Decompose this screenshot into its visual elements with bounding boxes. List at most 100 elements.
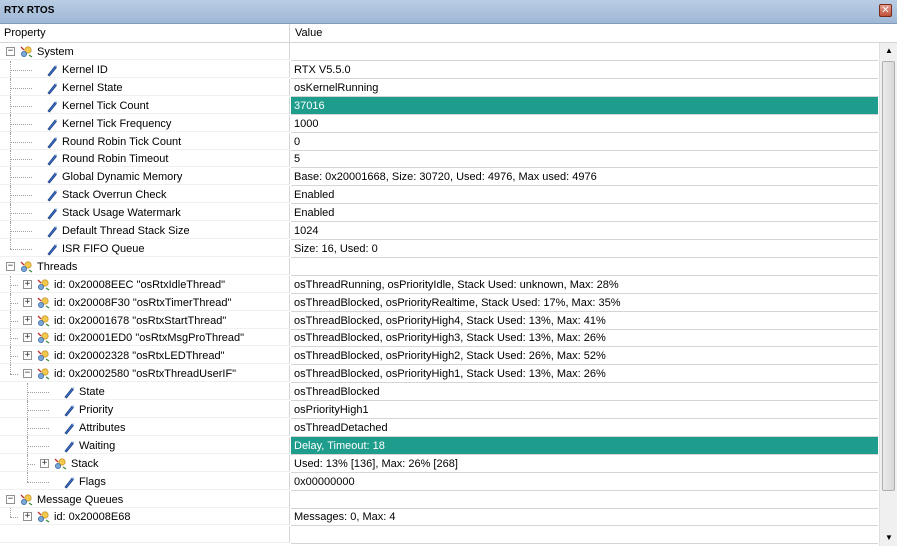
- close-button[interactable]: ✕: [879, 4, 892, 17]
- property-cell[interactable]: Flags: [0, 472, 290, 490]
- tree-row[interactable]: + id: 0x20008EEC "osRtxIdleThread" osThrea…: [0, 275, 879, 294]
- property-cell[interactable]: + id: 0x20002328 "osRtxLEDThread": [0, 347, 290, 366]
- property-cell[interactable]: − Threads: [0, 257, 290, 275]
- value-cell[interactable]: osThreadBlocked, osPriorityHigh1, Stack …: [291, 365, 878, 384]
- property-cell[interactable]: Attributes: [0, 418, 290, 437]
- value-cell[interactable]: 1024: [291, 222, 878, 240]
- value-cell[interactable]: Size: 16, Used: 0: [291, 240, 878, 258]
- expand-icon[interactable]: +: [23, 351, 32, 361]
- tree-row[interactable]: + id: 0x20008F30 "osRtxTimerThread" osThre…: [0, 293, 879, 312]
- tree-row[interactable]: − id: 0x20002580 "osRtxThreadUserIF" osThr…: [0, 365, 879, 384]
- value-cell[interactable]: 5: [291, 150, 878, 169]
- value-cell[interactable]: Used: 13% [136], Max: 26% [268]: [291, 455, 878, 473]
- tree-row[interactable]: ISR FIFO Queue Size: 16, Used: 0: [0, 239, 879, 258]
- tree-row[interactable]: + id: 0x20002328 "osRtxLEDThread" osThread…: [0, 347, 879, 366]
- tree-row[interactable]: Attributes osThreadDetached: [0, 418, 879, 437]
- property-cell[interactable]: ISR FIFO Queue: [0, 239, 290, 257]
- tree-row[interactable]: Global Dynamic Memory Base: 0x20001668, S…: [0, 168, 879, 187]
- value-column-header[interactable]: Value: [291, 24, 881, 42]
- value-cell[interactable]: osKernelRunning: [291, 79, 878, 97]
- expand-icon[interactable]: +: [23, 297, 32, 307]
- tree-row[interactable]: Kernel State osKernelRunning: [0, 78, 879, 97]
- scroll-down-button[interactable]: ▼: [881, 530, 897, 546]
- property-cell[interactable]: Kernel State: [0, 78, 290, 97]
- property-cell[interactable]: − id: 0x20002580 "osRtxThreadUserIF": [0, 365, 290, 383]
- value-cell[interactable]: osThreadBlocked, osPriorityHigh2, Stack …: [291, 347, 878, 366]
- property-column-header[interactable]: Property: [0, 24, 290, 42]
- collapse-icon[interactable]: −: [6, 494, 15, 504]
- scrollbar-thumb[interactable]: [882, 61, 895, 491]
- tree-row[interactable]: Round Robin Timeout 5: [0, 150, 879, 169]
- value-cell[interactable]: [291, 43, 878, 61]
- value-cell[interactable]: [291, 258, 878, 276]
- value-cell[interactable]: Base: 0x20001668, Size: 30720, Used: 497…: [291, 168, 878, 187]
- collapse-icon[interactable]: −: [6, 261, 15, 271]
- tree-row[interactable]: Kernel ID RTX V5.5.0: [0, 60, 879, 79]
- property-cell[interactable]: Kernel ID: [0, 60, 290, 79]
- expand-icon[interactable]: +: [23, 512, 32, 522]
- tree-row[interactable]: Stack Usage Watermark Enabled: [0, 204, 879, 223]
- value-cell[interactable]: Enabled: [291, 186, 878, 205]
- tree-row[interactable]: Default Thread Stack Size 1024: [0, 222, 879, 240]
- tree-row[interactable]: − Message Queues: [0, 490, 879, 509]
- tree-row[interactable]: Flags 0x00000000: [0, 472, 879, 491]
- property-cell[interactable]: + Stack: [0, 454, 290, 473]
- value-cell[interactable]: osThreadBlocked, osPriorityHigh4, Stack …: [291, 312, 878, 330]
- property-cell[interactable]: Waiting: [0, 436, 290, 455]
- property-cell[interactable]: Round Robin Timeout: [0, 150, 290, 169]
- property-cell[interactable]: Global Dynamic Memory: [0, 168, 290, 187]
- tree-row[interactable]: Kernel Tick Count 37016: [0, 96, 879, 115]
- value-cell[interactable]: osThreadBlocked, osPriorityRealtime, Sta…: [291, 294, 878, 312]
- vertical-scrollbar[interactable]: ▲ ▼: [879, 43, 897, 546]
- property-cell[interactable]: + id: 0x20008E68: [0, 508, 290, 526]
- property-cell[interactable]: Stack Overrun Check: [0, 186, 290, 205]
- value-cell[interactable]: osThreadBlocked: [291, 383, 878, 402]
- property-cell[interactable]: + id: 0x20008F30 "osRtxTimerThread": [0, 293, 290, 312]
- value-cell[interactable]: 0: [291, 133, 878, 151]
- property-cell[interactable]: Priority: [0, 401, 290, 419]
- expand-icon[interactable]: +: [23, 333, 32, 343]
- scroll-up-button[interactable]: ▲: [881, 43, 897, 59]
- tree-row[interactable]: + id: 0x20001678 "osRtxStartThread" osThre…: [0, 311, 879, 330]
- value-cell[interactable]: osPriorityHigh1: [291, 401, 878, 419]
- property-cell[interactable]: − Message Queues: [0, 490, 290, 508]
- tree-row[interactable]: Stack Overrun Check Enabled: [0, 186, 879, 205]
- expand-icon[interactable]: +: [40, 458, 49, 468]
- value-cell[interactable]: 37016: [291, 96, 878, 115]
- property-cell[interactable]: Stack Usage Watermark: [0, 204, 290, 223]
- tree-row[interactable]: − System: [0, 43, 879, 61]
- property-cell[interactable]: Round Robin Tick Count: [0, 132, 290, 151]
- property-cell[interactable]: + id: 0x20001ED0 "osRtxMsgProThread": [0, 329, 290, 348]
- tree-row[interactable]: + Stack Used: 13% [136], Max: 26% [268]: [0, 454, 879, 473]
- tree-row[interactable]: Waiting Delay, Timeout: 18: [0, 436, 879, 455]
- value-cell[interactable]: [291, 491, 878, 509]
- empty-row[interactable]: [0, 526, 879, 545]
- tree-row[interactable]: + id: 0x20001ED0 "osRtxMsgProThread" osThr…: [0, 329, 879, 348]
- property-cell[interactable]: − System: [0, 43, 290, 60]
- value-cell[interactable]: Enabled: [291, 204, 878, 223]
- collapse-icon[interactable]: −: [23, 369, 32, 379]
- expand-icon[interactable]: +: [23, 279, 32, 289]
- tree-row[interactable]: State osThreadBlocked: [0, 383, 879, 402]
- expand-icon[interactable]: +: [23, 315, 32, 325]
- collapse-icon[interactable]: −: [6, 47, 15, 56]
- value-cell[interactable]: osThreadRunning, osPriorityIdle, Stack U…: [291, 276, 878, 294]
- property-cell[interactable]: + id: 0x20001678 "osRtxStartThread": [0, 311, 290, 330]
- value-cell[interactable]: Delay, Timeout: 18: [291, 436, 878, 455]
- tree-row[interactable]: Priority osPriorityHigh1: [0, 401, 879, 419]
- value-cell[interactable]: Messages: 0, Max: 4: [291, 508, 878, 527]
- property-cell[interactable]: + id: 0x20008EEC "osRtxIdleThread": [0, 275, 290, 294]
- value-cell[interactable]: RTX V5.5.0: [291, 61, 878, 79]
- property-cell[interactable]: State: [0, 383, 290, 402]
- property-cell[interactable]: Kernel Tick Frequency: [0, 114, 290, 133]
- value-cell[interactable]: 1000: [291, 115, 878, 133]
- tree-row[interactable]: − Threads: [0, 257, 879, 276]
- value-cell[interactable]: osThreadBlocked, osPriorityHigh3, Stack …: [291, 329, 878, 348]
- value-cell[interactable]: osThreadDetached: [291, 419, 878, 437]
- value-cell[interactable]: [291, 526, 878, 545]
- value-cell[interactable]: 0x00000000: [291, 473, 878, 491]
- tree-row[interactable]: Round Robin Tick Count 0: [0, 132, 879, 151]
- property-cell[interactable]: [0, 526, 290, 544]
- tree-row[interactable]: + id: 0x20008E68 Messages: 0, Max: 4: [0, 508, 879, 527]
- tree-row[interactable]: Kernel Tick Frequency 1000: [0, 114, 879, 133]
